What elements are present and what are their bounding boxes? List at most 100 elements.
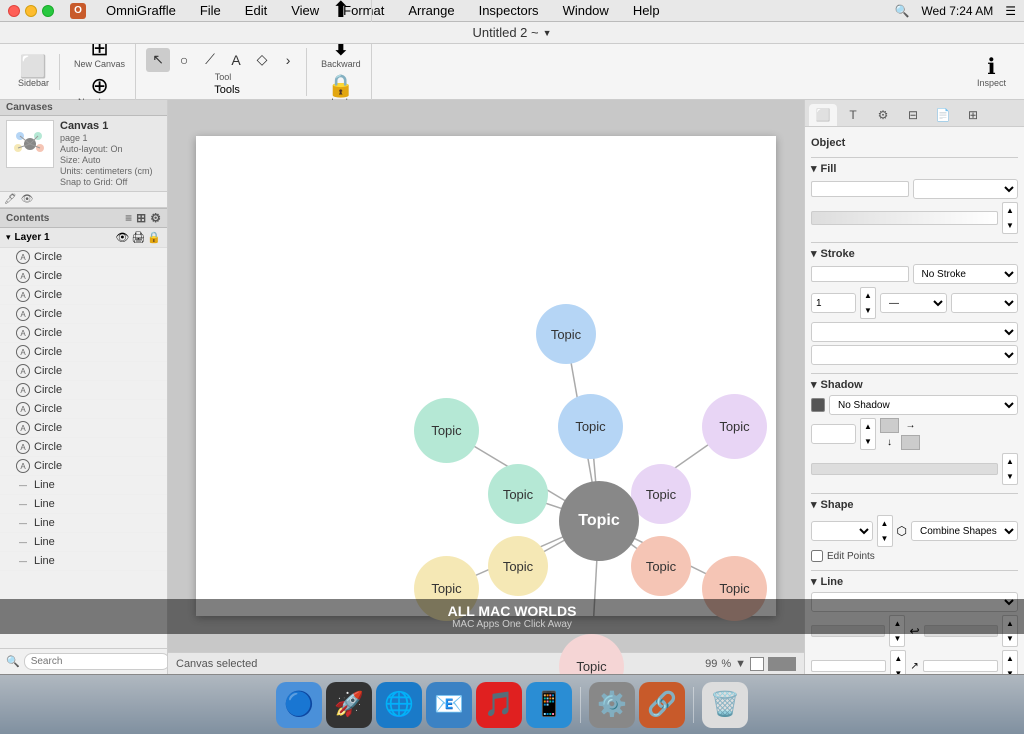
topic-node-upper-center[interactable]: Topic	[558, 394, 623, 459]
line-stepper4[interactable]: ▲ ▼	[1002, 650, 1018, 674]
shadow-pt-input[interactable]: 4 pt	[811, 424, 856, 444]
maximize-button[interactable]	[42, 5, 54, 17]
shadow-type-select[interactable]: No Shadow	[829, 395, 1018, 415]
stepper-down[interactable]: ▼	[1003, 218, 1017, 233]
canvases-section[interactable]: Canvas 1 page 1 Auto-layout: On Size: Au…	[0, 116, 167, 192]
shadow-triangle[interactable]: ▾	[811, 378, 817, 391]
fill-stepper[interactable]: ▲ ▼	[1002, 202, 1018, 234]
list-item[interactable]: A Circle	[0, 305, 167, 324]
list-item-line[interactable]: — Line	[0, 476, 167, 495]
stepper-up[interactable]: ▲	[1003, 651, 1017, 666]
inspector-tab-shape[interactable]: ⬜	[809, 104, 837, 126]
stroke-width-input[interactable]	[811, 293, 856, 313]
title-dropdown-arrow[interactable]: ▼	[543, 28, 552, 38]
document-title[interactable]: Untitled 2 ~	[472, 25, 538, 40]
line-endpoint-bar[interactable]	[923, 660, 998, 672]
layer-collapse-arrow[interactable]: ▾	[6, 232, 11, 243]
shadow-blur-stepper[interactable]: ▲ ▼	[1002, 453, 1018, 485]
color-control[interactable]	[768, 657, 796, 671]
topic-node-mid-left[interactable]: Topic	[488, 464, 548, 524]
more-tools[interactable]: ›	[276, 48, 300, 72]
search-input[interactable]	[24, 653, 168, 670]
list-item[interactable]: A Circle	[0, 286, 167, 305]
arrange-menu[interactable]: Arrange	[404, 3, 458, 18]
layer-print-icon[interactable]: 🖨	[131, 231, 145, 244]
dock-safari[interactable]: 🌐	[376, 682, 422, 728]
list-item[interactable]: A Circle	[0, 362, 167, 381]
topic-node-upper-right[interactable]: Topic	[702, 394, 767, 459]
text-tool[interactable]: A	[224, 48, 248, 72]
shadow-stepper[interactable]: ▲ ▼	[860, 418, 876, 450]
list-item[interactable]: A Circle	[0, 324, 167, 343]
line-triangle[interactable]: ▾	[811, 575, 817, 588]
minimize-button[interactable]	[25, 5, 37, 17]
list-item[interactable]: A Circle	[0, 267, 167, 286]
inspector-tab-table[interactable]: ⊟	[899, 104, 927, 126]
line-tool[interactable]: ⟋	[198, 48, 222, 72]
topic-node-mid-right[interactable]: Topic	[631, 464, 691, 524]
stepper-down[interactable]: ▼	[891, 666, 905, 674]
inspector-tab-text[interactable]: T	[839, 104, 867, 126]
shape-tool[interactable]: ○	[172, 48, 196, 72]
line-stepper3[interactable]: ▲ ▼	[890, 650, 906, 674]
stepper-up[interactable]: ▲	[891, 651, 905, 666]
list-item[interactable]: A Circle	[0, 381, 167, 400]
canvas-area[interactable]: Topic Topic Topic Topic Topic Topic Topi…	[168, 100, 804, 674]
fill-gradient-bar[interactable]	[811, 211, 998, 225]
shape-stepper[interactable]: ▲ ▼	[877, 515, 893, 547]
list-item[interactable]: A Circle	[0, 438, 167, 457]
stepper-up[interactable]: ▲	[861, 288, 875, 303]
canvas-item[interactable]: Canvas 1 page 1 Auto-layout: On Size: Au…	[0, 116, 167, 191]
layer-header[interactable]: ▾ Layer 1 👁 🖨 🔒	[0, 228, 167, 248]
inspector-tab-grid[interactable]: ⊞	[959, 104, 987, 126]
dock-trash[interactable]: 🗑️	[702, 682, 748, 728]
topic-node-center[interactable]: Topic	[559, 481, 639, 561]
list-item-line[interactable]: — Line	[0, 533, 167, 552]
inspector-tab-doc[interactable]: 📄	[929, 104, 957, 126]
settings-btn[interactable]: ⚙	[150, 211, 161, 225]
list-item[interactable]: A Circle	[0, 400, 167, 419]
shadow-blur-bar[interactable]	[811, 463, 998, 475]
dock-music[interactable]: 🎵	[476, 682, 522, 728]
list-item-line[interactable]: — Line	[0, 552, 167, 571]
topic-node-lower-mid-right[interactable]: Topic	[631, 536, 691, 596]
shadow-color-swatch[interactable]	[811, 398, 825, 412]
grid-view-btn[interactable]: ⊞	[136, 211, 146, 225]
edit-menu[interactable]: Edit	[241, 3, 271, 18]
topic-node-upper-left[interactable]: Topic	[414, 398, 479, 463]
pen-tool[interactable]: ◇	[250, 48, 274, 72]
list-item-line[interactable]: — Line	[0, 495, 167, 514]
inspect-button[interactable]: ℹ Inspect	[973, 54, 1010, 90]
stepper-down[interactable]: ▼	[861, 303, 875, 318]
stroke-type-select[interactable]: No Stroke	[913, 264, 1019, 284]
stroke-triangle[interactable]: ▾	[811, 247, 817, 260]
shape-triangle[interactable]: ▾	[811, 498, 817, 511]
stepper-down[interactable]: ▼	[878, 531, 892, 546]
window-menu[interactable]: Window	[559, 3, 613, 18]
stepper-up[interactable]: ▲	[1003, 454, 1017, 469]
canvas-scroll[interactable]: Topic Topic Topic Topic Topic Topic Topi…	[168, 100, 804, 652]
stepper-down[interactable]: ▼	[1003, 666, 1017, 674]
inspector-tab-properties[interactable]: ⚙	[869, 104, 897, 126]
help-menu[interactable]: Help	[629, 3, 664, 18]
select-tool[interactable]: ↖	[146, 48, 170, 72]
app-menu[interactable]: OmniGraffle	[102, 3, 180, 18]
topic-node-top[interactable]: Topic	[536, 304, 596, 364]
list-item[interactable]: A Circle	[0, 419, 167, 438]
stroke-style-select[interactable]: —	[880, 293, 947, 313]
stepper-down[interactable]: ▼	[861, 434, 875, 449]
edit-points-checkbox[interactable]	[811, 550, 823, 562]
fill-triangle[interactable]: ▾	[811, 162, 817, 175]
stepper-down[interactable]: ▼	[1003, 469, 1017, 484]
file-menu[interactable]: File	[196, 3, 225, 18]
list-item[interactable]: A Circle	[0, 457, 167, 476]
shape-type-select[interactable]	[811, 521, 873, 541]
stroke-end-select[interactable]	[811, 322, 1018, 342]
list-view-btn[interactable]: ≡	[125, 211, 132, 225]
dock-omnigraffle[interactable]: 🔗	[639, 682, 685, 728]
layer-eye-icon[interactable]: 👁	[115, 231, 129, 244]
stepper-up[interactable]: ▲	[1003, 203, 1017, 218]
list-item[interactable]: A Circle	[0, 248, 167, 267]
stepper-up[interactable]: ▲	[878, 516, 892, 531]
stroke-color-bar[interactable]	[811, 266, 909, 282]
